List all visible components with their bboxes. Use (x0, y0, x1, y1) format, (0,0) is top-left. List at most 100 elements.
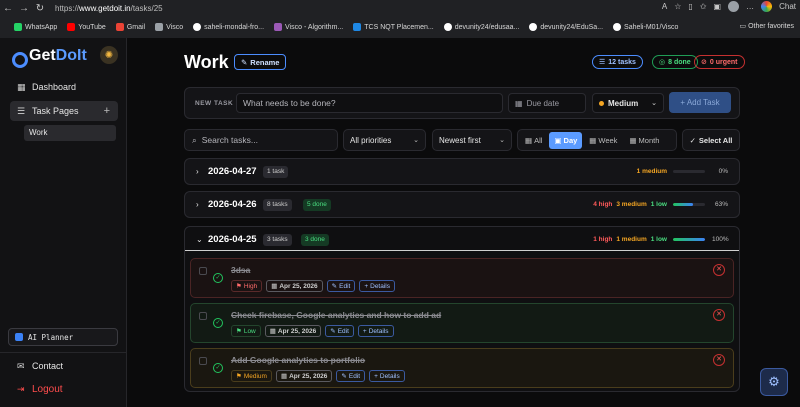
task-complete-icon[interactable]: ✓ (213, 318, 223, 328)
reload-icon[interactable]: ↻ (32, 3, 48, 14)
github-icon (443, 23, 452, 31)
github-icon (529, 23, 538, 31)
browser-chrome: ← → ↻ https://www.getdoit.in/tasks/25 A … (0, 0, 800, 38)
date-chip: ▦ Apr 25, 2026 (275, 370, 333, 382)
priority-filter-select[interactable]: All priorities ⌄ (343, 129, 426, 151)
task-title: 3dsa (231, 265, 251, 275)
bookmark-edusa[interactable]: devunity24/EduSa... (529, 23, 603, 31)
calendar-icon: ▦ (515, 98, 523, 108)
task-complete-icon[interactable]: ✓ (213, 363, 223, 373)
main-content: Work ✎ Rename ☰ 12 tasks ◎ 8 done ⊘ 0 urgen… (127, 38, 800, 407)
pencil-icon: ✎ (241, 57, 248, 67)
plus-icon: + (364, 282, 369, 290)
copilot-icon[interactable] (761, 1, 773, 12)
add-task-button[interactable]: + Add Task (669, 92, 731, 113)
bookmark-saheli[interactable]: saheli-mondal-fro... (193, 23, 264, 31)
task-card[interactable]: ✓ 3dsa ⚑ High ▦ Apr 25, 2026 ✎ Edit + Detail… (190, 258, 734, 298)
new-task-label: NEW TASK (195, 100, 234, 107)
new-task-input[interactable] (236, 93, 503, 113)
settings-gear-icon[interactable]: ⚙ (760, 368, 788, 396)
sidebar-item-dashboard[interactable]: ▦ Dashboard (10, 77, 118, 97)
sidebar: GetDoIt ✺ ▦ Dashboard ☰ Task Pages + Wor… (0, 38, 127, 407)
logout-button[interactable]: ⇥ Logout (10, 379, 118, 399)
group-stats: 1 high 1 medium 1 low 100% (593, 236, 729, 243)
edit-button[interactable]: ✎ Edit (336, 370, 366, 382)
bookmark-visco-algo[interactable]: Visco - Algorithm... (274, 23, 343, 31)
details-button[interactable]: + Details (357, 325, 394, 337)
bookmark-tcs[interactable]: TCS NQT Placemen... (353, 23, 434, 31)
sidebar-page-work[interactable]: Work (24, 125, 116, 141)
view-day-button[interactable]: ▣ Day (549, 131, 583, 149)
delete-task-icon[interactable]: ✕ (713, 309, 725, 321)
task-select-checkbox[interactable] (199, 312, 207, 320)
visco-algo-icon (274, 23, 283, 31)
mail-icon: ✉ (17, 360, 25, 371)
bookmark-visco[interactable]: Visco (155, 23, 183, 31)
date-group-2026-04-25: ⌄ 2026-04-25 3 tasks 3 done 1 high 1 med… (184, 226, 740, 392)
select-all-button[interactable]: ✓ Select All (682, 129, 740, 151)
date-group-2026-04-27[interactable]: › 2026-04-27 1 task 1 medium 0% (184, 158, 740, 185)
priority-select[interactable]: Medium ⌄ (592, 93, 664, 113)
chat-label[interactable]: Chat (779, 2, 796, 11)
collections-icon[interactable]: ▣ (714, 2, 722, 11)
list-icon: ☰ (17, 105, 26, 116)
plus-icon: + (362, 327, 367, 335)
priority-dot-icon (599, 100, 604, 106)
search-input[interactable]: ⌕ Search tasks... (184, 129, 338, 151)
bookmark-youtube[interactable]: YouTube (67, 23, 106, 31)
search-icon: ⌕ (192, 134, 197, 145)
edit-button[interactable]: ✎ Edit (326, 280, 356, 292)
more-icon[interactable]: … (746, 2, 754, 11)
stat-urgent-badge: ⊘ 0 urgent (694, 55, 745, 69)
split-screen-icon[interactable]: ▯ (688, 2, 692, 11)
ai-planner-button[interactable]: AI Planner (8, 328, 118, 346)
chevron-down-icon: ⌄ (499, 137, 505, 144)
chevron-down-icon: ⌄ (196, 235, 203, 244)
view-month-button[interactable]: ▦ Month (624, 132, 664, 149)
view-week-button[interactable]: ▦ Week (584, 132, 622, 149)
bookmark-edusaa[interactable]: devunity24/edusaa... (443, 23, 519, 31)
task-complete-icon[interactable]: ✓ (213, 273, 223, 283)
date-group-2026-04-26[interactable]: › 2026-04-26 8 tasks 5 done 4 high 3 med… (184, 191, 740, 218)
edit-button[interactable]: ✎ Edit (325, 325, 354, 337)
chevron-down-icon: ⌄ (413, 137, 419, 144)
task-card[interactable]: ✓ Add Google analytics to portfolio ⚑ Med… (190, 348, 734, 388)
calendar-icon: ▦ (589, 135, 597, 145)
favorites-icon[interactable]: ✩ (700, 2, 707, 11)
task-card[interactable]: ✓ Check firebase, Google analytics and h… (190, 303, 734, 343)
delete-task-icon[interactable]: ✕ (713, 264, 725, 276)
bookmark-gmail[interactable]: Gmail (115, 23, 145, 31)
other-favorites[interactable]: ▭ Other favorites (740, 22, 794, 30)
view-all-button[interactable]: ▦ All (520, 132, 547, 149)
forward-icon[interactable]: → (16, 3, 32, 14)
address-bar[interactable]: https://www.getdoit.in/tasks/25 (55, 2, 715, 15)
task-select-checkbox[interactable] (199, 267, 207, 275)
read-aloud-icon[interactable]: A (662, 2, 667, 11)
task-select-checkbox[interactable] (199, 357, 207, 365)
back-icon[interactable]: ← (0, 3, 16, 14)
rename-button[interactable]: ✎ Rename (234, 54, 287, 70)
sidebar-item-task-pages[interactable]: ☰ Task Pages + (10, 101, 118, 121)
date-group-header[interactable]: ⌄ 2026-04-25 3 tasks 3 done 1 high 1 med… (185, 227, 739, 251)
group-stats: 1 medium 0% (636, 168, 728, 175)
details-button[interactable]: + Details (359, 280, 395, 292)
group-progress-bar (673, 170, 705, 173)
group-progress-bar (673, 238, 705, 241)
theme-toggle-sun-icon[interactable]: ✺ (100, 46, 118, 64)
bookmark-saheli-visco[interactable]: Saheli-M01/Visco (613, 23, 678, 31)
logout-icon: ⇥ (17, 383, 25, 394)
details-button[interactable]: + Details (369, 370, 405, 382)
group-done-badge: 3 done (301, 234, 329, 246)
profile-avatar[interactable] (728, 1, 740, 12)
favorite-star-icon[interactable]: ☆ (674, 2, 681, 11)
app-logo[interactable]: GetDoIt (10, 47, 87, 68)
delete-task-icon[interactable]: ✕ (713, 354, 725, 366)
check-double-icon: ✓ (689, 135, 696, 145)
due-date-field[interactable]: ▦ Due date (508, 93, 586, 113)
group-stats: 4 high 3 medium 1 low 63% (593, 201, 728, 208)
add-page-icon[interactable]: + (104, 105, 110, 117)
bookmark-whatsapp[interactable]: WhatsApp (14, 23, 57, 31)
sort-select[interactable]: Newest first ⌄ (432, 129, 512, 151)
whatsapp-icon (14, 23, 22, 31)
sidebar-item-contact[interactable]: ✉ Contact (10, 356, 118, 376)
